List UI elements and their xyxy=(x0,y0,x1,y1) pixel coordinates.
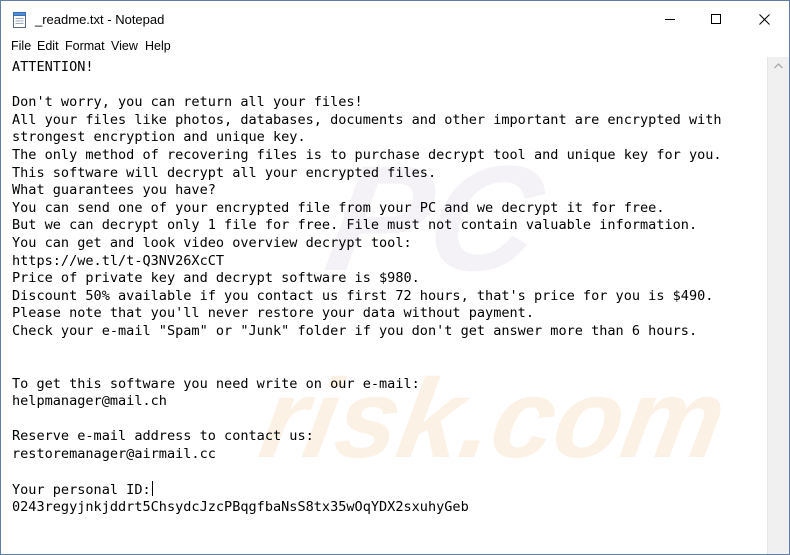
text-line: Your personal ID: xyxy=(12,481,153,499)
text-editor-area[interactable]: PC risk.com ATTENTION! Don't worry, you c… xyxy=(1,57,767,554)
maximize-icon xyxy=(711,14,721,24)
close-button[interactable] xyxy=(741,1,787,37)
text-line xyxy=(12,358,722,376)
scroll-up-arrow-icon xyxy=(774,63,783,69)
text-line xyxy=(12,77,722,95)
menu-view[interactable]: View xyxy=(111,39,138,53)
text-line: restoremanager@airmail.cc xyxy=(12,446,216,463)
text-line: Price of private key and decrypt softwar… xyxy=(12,270,420,287)
document-text: ATTENTION! Don't worry, you can return al… xyxy=(12,59,722,516)
window-title: _readme.txt - Notepad xyxy=(35,12,165,27)
text-line: You can get and look video overview decr… xyxy=(12,234,412,251)
minimize-icon xyxy=(665,19,675,20)
minimize-button[interactable] xyxy=(647,1,693,37)
text-line: Reserve e-mail address to contact us: xyxy=(12,428,314,445)
scroll-up-button[interactable] xyxy=(768,57,789,75)
text-line: What guarantees you have? xyxy=(12,182,216,199)
text-line: Check your e-mail "Spam" or "Junk" folde… xyxy=(12,322,698,339)
text-line: Don't worry, you can return all your fil… xyxy=(12,94,363,111)
text-caret xyxy=(151,481,153,497)
text-line: Discount 50% available if you contact us… xyxy=(12,287,714,304)
menu-format[interactable]: Format xyxy=(65,39,105,53)
close-icon xyxy=(759,14,770,25)
text-line: All your files like photos, databases, d… xyxy=(12,111,722,128)
text-line xyxy=(12,341,722,359)
text-line xyxy=(12,411,722,429)
menu-edit[interactable]: Edit xyxy=(37,39,59,53)
notepad-window: _readme.txt - Notepad File Edit Format V… xyxy=(0,0,790,555)
notepad-icon xyxy=(13,12,27,28)
text-line xyxy=(12,464,722,482)
text-line: https://we.tl/t-Q3NV26XcCT xyxy=(12,252,225,269)
scroll-track[interactable] xyxy=(768,75,789,554)
text-line: But we can decrypt only 1 file for free.… xyxy=(12,217,698,234)
text-line: The only method of recovering files is t… xyxy=(12,146,722,163)
title-bar[interactable]: _readme.txt - Notepad xyxy=(1,1,789,37)
menu-file[interactable]: File xyxy=(11,39,31,53)
text-line: helpmanager@mail.ch xyxy=(12,393,167,410)
text-line: Please note that you'll never restore yo… xyxy=(12,305,534,322)
menu-bar: File Edit Format View Help xyxy=(1,37,789,57)
text-line: To get this software you need write on o… xyxy=(12,375,420,392)
text-line: strongest encryption and unique key. xyxy=(12,129,306,146)
text-line: 0243regyjnkjddrt5ChsydcJzcPBqgfbaNsS8tx3… xyxy=(12,498,469,515)
text-line: You can send one of your encrypted file … xyxy=(12,199,665,216)
vertical-scrollbar[interactable] xyxy=(767,57,789,554)
text-line: This software will decrypt all your encr… xyxy=(12,164,437,181)
maximize-button[interactable] xyxy=(693,1,739,37)
text-line: ATTENTION! xyxy=(12,59,94,75)
menu-help[interactable]: Help xyxy=(145,39,171,53)
